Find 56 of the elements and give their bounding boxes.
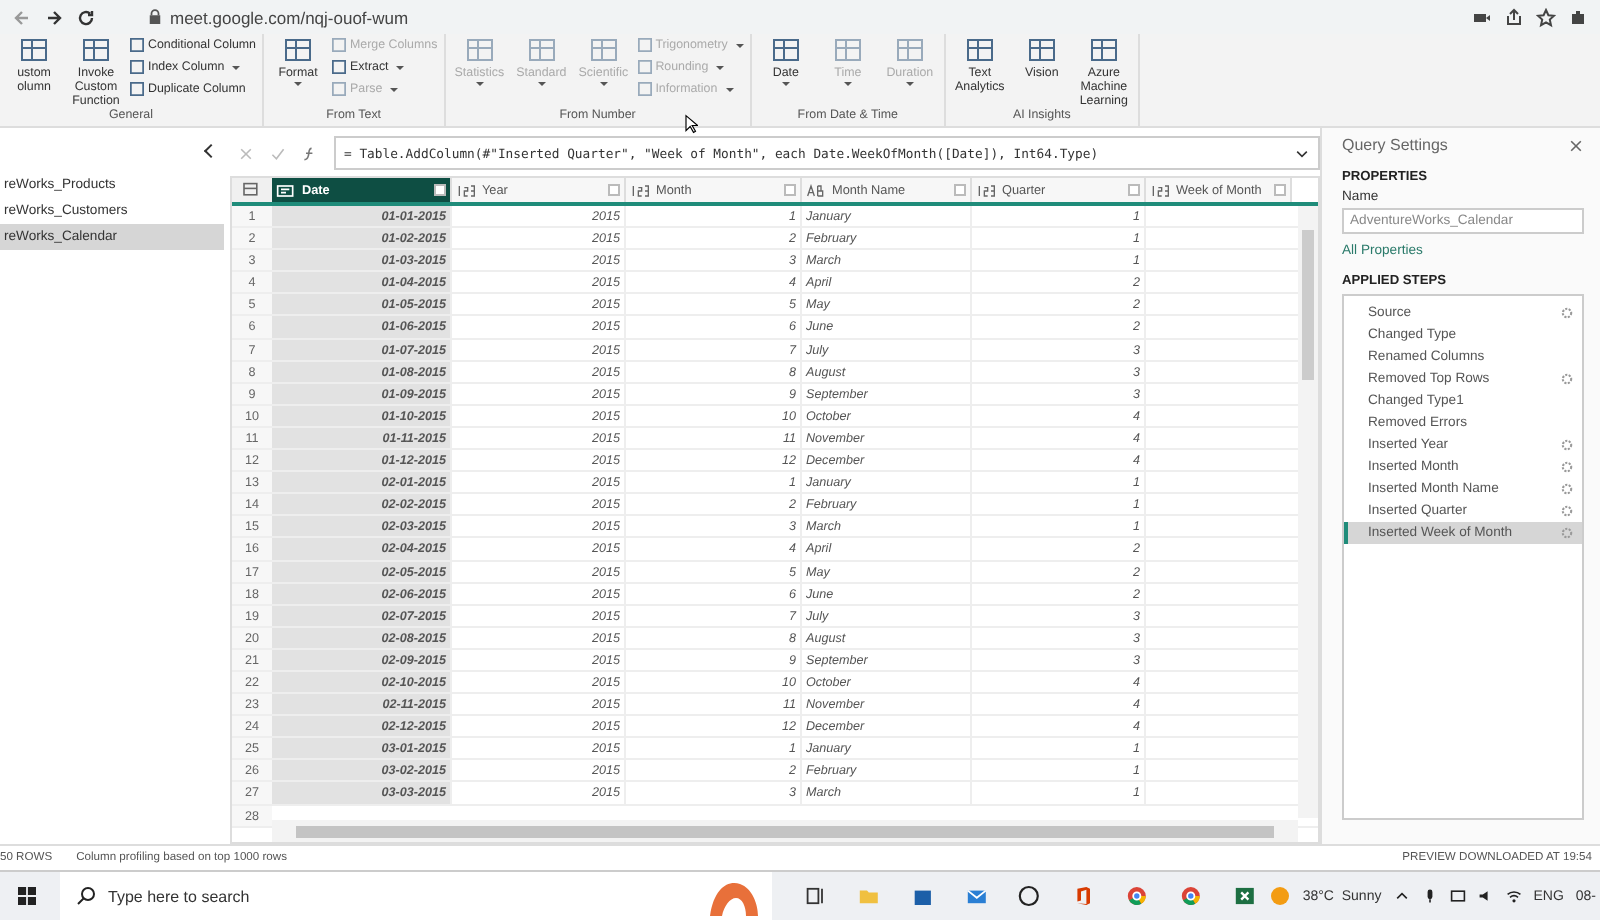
reload-icon[interactable] [76,7,96,27]
taskbar-search-field[interactable]: Type here to search [60,872,773,920]
table-menu-icon[interactable] [232,178,272,202]
office-icon[interactable] [1072,884,1094,908]
horizontal-scrollbar[interactable] [272,820,1298,842]
square-icon [130,38,144,52]
vertical-scrollbar[interactable] [1298,206,1318,818]
lock-icon [148,8,162,26]
chrome-icon[interactable] [1179,884,1202,908]
scroll-thumb[interactable] [296,826,1274,838]
square-icon [130,60,144,74]
chrome-icon[interactable] [1125,884,1148,908]
square-icon [130,82,144,96]
close-icon[interactable] [1568,137,1584,153]
share-icon[interactable] [1504,7,1524,27]
table-icon [1027,36,1056,64]
square-icon [332,38,346,52]
task-view-icon[interactable] [804,884,826,908]
table-icon [20,36,48,64]
type-icon[interactable] [976,183,996,197]
square-icon [332,82,346,96]
caret-icon[interactable] [1393,888,1410,904]
search-icon [76,886,96,906]
star-icon[interactable] [1536,7,1556,27]
mail-icon[interactable] [965,884,987,908]
gear-icon[interactable] [1560,306,1574,320]
square-icon [637,60,652,74]
speaker-icon[interactable] [1477,888,1494,904]
table-icon [589,36,618,64]
pane-title: Query Settings [1342,136,1448,154]
square-icon [637,38,652,52]
expand-icon[interactable] [1294,145,1310,161]
scroll-thumb[interactable] [1302,230,1314,380]
table-icon [82,36,110,64]
table-icon [895,36,924,64]
table-icon [965,36,994,64]
table-icon [284,36,312,64]
table-icon [527,36,556,64]
type-icon[interactable] [456,183,476,197]
table-icon [1089,36,1118,64]
type-icon[interactable] [630,183,650,197]
type-icon[interactable] [806,183,826,197]
back-icon[interactable] [12,7,32,27]
network-icon[interactable] [1449,888,1466,904]
table-icon [465,36,494,64]
forward-icon[interactable] [44,7,64,27]
gear-icon[interactable] [1560,372,1574,386]
square-icon [637,82,652,96]
table-icon [833,36,862,64]
windows-logo-icon[interactable] [18,886,36,906]
table-icon [771,36,800,64]
type-icon[interactable] [1150,183,1170,197]
square-icon [332,60,346,74]
spreadsheet-icon[interactable] [1233,884,1255,908]
circle-logo-icon[interactable] [1018,884,1041,908]
wifi-icon[interactable] [1505,888,1522,904]
